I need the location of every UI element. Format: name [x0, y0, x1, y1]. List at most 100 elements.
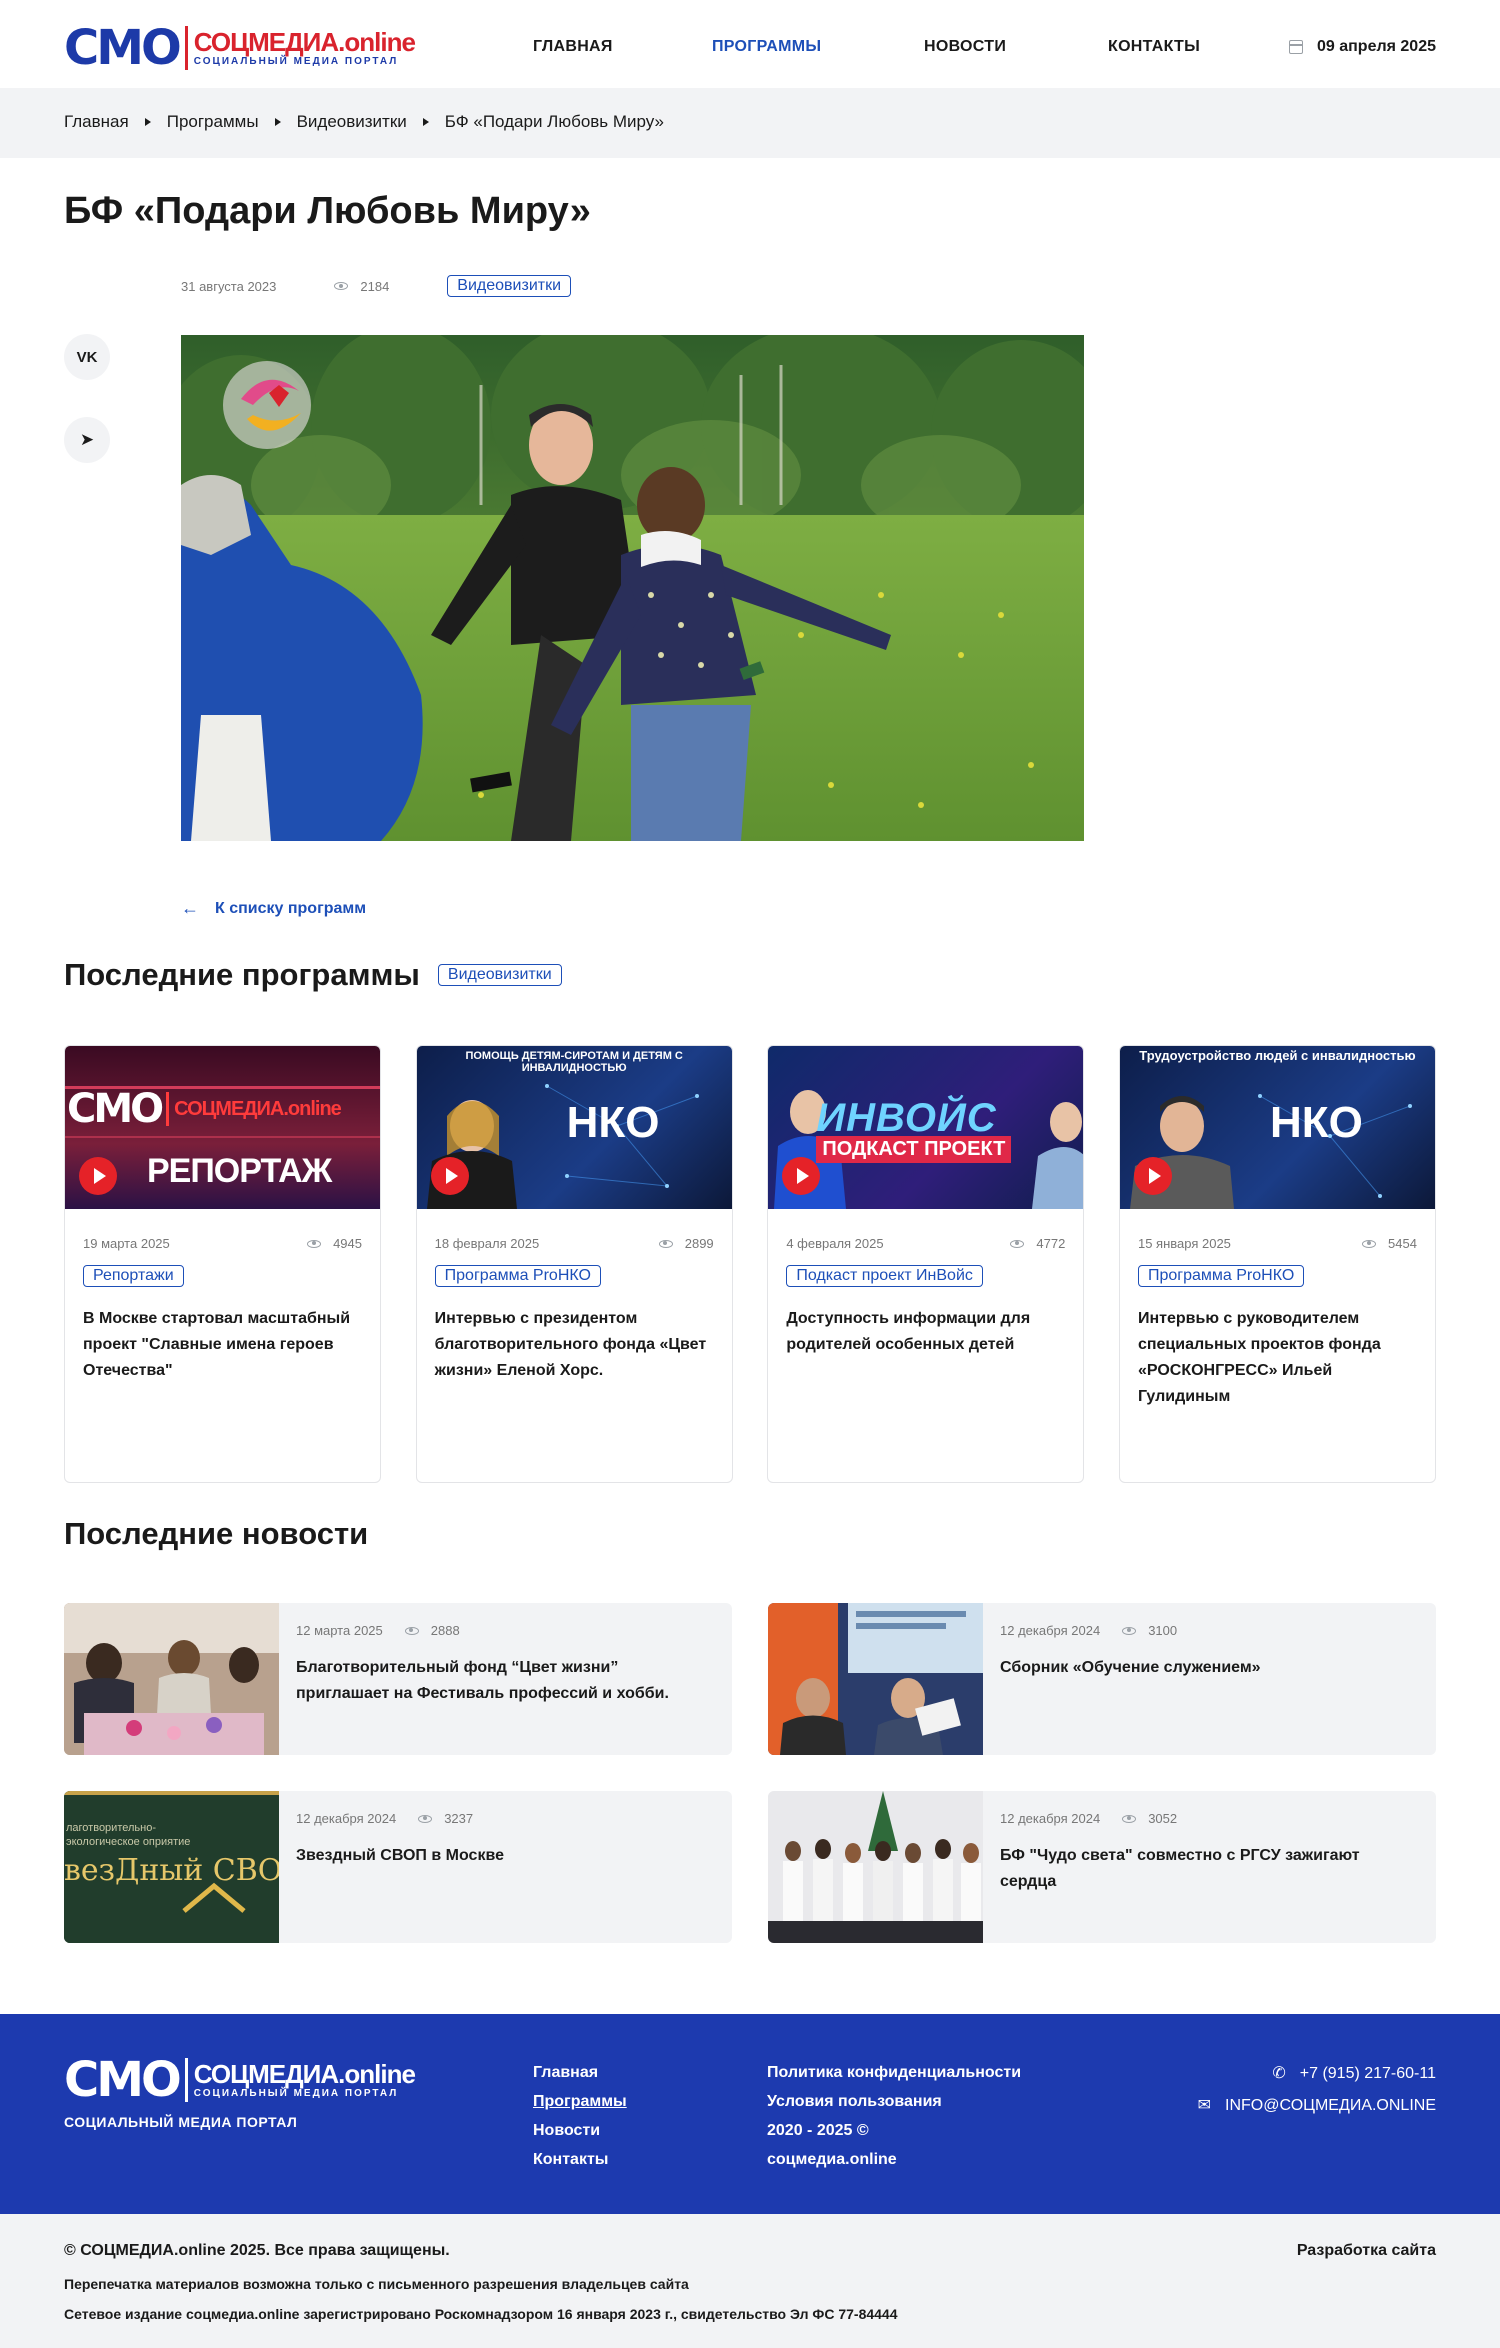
- latest-programs-tag[interactable]: Видеовизитки: [437, 964, 562, 986]
- card-tag[interactable]: Программа ProНКО: [434, 1265, 601, 1287]
- footer-contacts: ✆ +7 (915) 217-60-11 ✉ INFO@СОЦМЕДИА.ONLIN…: [1198, 2058, 1436, 2122]
- news-title[interactable]: Звездный СВОП в Москве: [296, 1843, 692, 1869]
- logo-mark: СМО: [64, 20, 182, 76]
- arrow-left-icon: ←: [181, 898, 199, 918]
- share-telegram-button[interactable]: ➤: [64, 417, 110, 463]
- vk-icon: VK: [76, 348, 98, 366]
- footer-nav: Главная Программы Новости Контакты: [533, 2058, 627, 2174]
- breadcrumb-arrow-icon: [274, 118, 281, 126]
- news-date: 12 декабря 2024: [1000, 1623, 1101, 1638]
- card-title[interactable]: Интервью с президентом благотворительног…: [435, 1306, 714, 1384]
- logo-name: СОЦМЕДИА.online: [193, 27, 416, 57]
- footer-nav-news[interactable]: Новости: [533, 2116, 627, 2145]
- footer-nav-contacts[interactable]: Контакты: [533, 2145, 627, 2174]
- thumb-logo-mark: СМО: [67, 1086, 164, 1132]
- news-item[interactable]: лаготворительно-экологическое оприятие в…: [64, 1791, 732, 1943]
- share-vk-button[interactable]: VK: [64, 334, 110, 380]
- card-title[interactable]: Доступность информации для родителей осо…: [786, 1306, 1065, 1358]
- nav-news[interactable]: НОВОСТИ: [924, 38, 1006, 56]
- news-title[interactable]: Сборник «Обучение служением»: [1000, 1655, 1396, 1681]
- back-to-programs-link[interactable]: ← К списку программ: [181, 898, 366, 919]
- footer-links: Политика конфиденциальности Условия поль…: [767, 2058, 1021, 2174]
- news-title[interactable]: Благотворительный фонд “Цвет жизни” приг…: [296, 1655, 692, 1707]
- footer-nav-programs[interactable]: Программы: [533, 2087, 627, 2116]
- article-video-image[interactable]: [181, 335, 1084, 841]
- play-icon[interactable]: [430, 1157, 469, 1195]
- nav-home[interactable]: ГЛАВНАЯ: [533, 38, 613, 56]
- nav-programs[interactable]: ПРОГРАММЫ: [712, 38, 821, 56]
- program-card[interactable]: Трудоустройство людей с инвалидностью НК…: [1118, 1045, 1436, 1483]
- card-tag[interactable]: Подкаст проект ИнВойс: [786, 1265, 983, 1287]
- logo-divider: [184, 26, 188, 70]
- card-date: 18 февраля 2025: [434, 1236, 540, 1251]
- card-title[interactable]: В Москве стартовал масштабный проект "Сл…: [83, 1306, 362, 1384]
- play-icon[interactable]: [79, 1157, 117, 1195]
- program-card[interactable]: ПОМОЩЬ ДЕТЯМ-СИРОТАМ И ДЕТЯМ С ИНВАЛИДНО…: [415, 1045, 733, 1483]
- news-thumb-caption: везДный СВОП: [64, 1853, 279, 1888]
- news-title[interactable]: БФ "Чудо света" совместно с РГСУ зажигаю…: [1000, 1843, 1396, 1895]
- footer-phone[interactable]: ✆ +7 (915) 217-60-11: [1198, 2058, 1436, 2090]
- breadcrumb-programs[interactable]: Программы: [167, 112, 259, 132]
- news-photo-workshop: [64, 1603, 279, 1755]
- eye-icon: [334, 282, 349, 290]
- logo-subtitle: СОЦИАЛЬНЫЙ МЕДИА ПОРТАЛ: [193, 56, 399, 67]
- card-title[interactable]: Интервью с руководителем специальных про…: [1138, 1306, 1417, 1410]
- breadcrumb-home[interactable]: Главная: [64, 112, 129, 132]
- card-thumbnail: ПОМОЩЬ ДЕТЯМ-СИРОТАМ И ДЕТЯМ С ИНВАЛИДНО…: [416, 1046, 732, 1209]
- eye-icon: [1362, 1239, 1377, 1248]
- latest-programs-heading: Последние программы Видеовизитки: [64, 957, 562, 993]
- play-icon[interactable]: [1133, 1157, 1172, 1195]
- nav-contacts[interactable]: КОНТАКТЫ: [1108, 38, 1200, 56]
- card-meta: 19 марта 2025 4945: [83, 1236, 362, 1251]
- card-tag[interactable]: Репортажи: [83, 1265, 184, 1287]
- footer-nav-home[interactable]: Главная: [533, 2058, 627, 2087]
- site-development-link[interactable]: Разработка сайта: [1297, 2242, 1436, 2260]
- news-item[interactable]: 12 декабря 2024 3052 БФ "Чудо света" сов…: [768, 1791, 1436, 1943]
- card-meta: 4 февраля 2025 4772: [786, 1236, 1065, 1251]
- site-footer: СМО СОЦМЕДИА.online СОЦИАЛЬНЫЙ МЕДИА ПОР…: [0, 2014, 1500, 2214]
- news-meta: 12 декабря 2024 3100: [1000, 1623, 1177, 1638]
- current-date: 09 апреля 2025: [1288, 38, 1436, 56]
- breadcrumb-bar: Главная Программы Видеовизитки БФ «Подар…: [0, 88, 1500, 158]
- registration-notice: Сетевое издание соцмедиа.online зарегист…: [64, 2306, 898, 2322]
- eye-icon: [1010, 1239, 1025, 1248]
- thumb-top-text: ПОМОЩЬ ДЕТЯМ-СИРОТАМ И ДЕТЯМ С ИНВАЛИДНО…: [465, 1050, 683, 1074]
- news-thumbnail: лаготворительно-экологическое оприятие в…: [64, 1791, 279, 1943]
- logo-text: СОЦМЕДИА.online СОЦИАЛЬНЫЙ МЕДИА ПОРТАЛ: [193, 27, 416, 68]
- news-thumb-top: лаготворительно-экологическое оприятие: [66, 1822, 191, 1848]
- card-views: 4772: [1036, 1236, 1066, 1251]
- telegram-icon: ➤: [79, 430, 95, 449]
- program-card[interactable]: СМО СОЦМЕДИА.online РЕПОРТАЖ 19 марта 20…: [64, 1045, 381, 1483]
- footer-email[interactable]: ✉ INFO@СОЦМЕДИА.ONLINE: [1198, 2090, 1436, 2122]
- card-meta: 18 февраля 2025 2899: [435, 1236, 714, 1251]
- news-photo-group: [768, 1791, 983, 1943]
- news-item[interactable]: 12 декабря 2024 3100 Сборник «Обучение с…: [768, 1603, 1436, 1755]
- phone-icon: ✆: [1272, 2065, 1286, 2082]
- breadcrumb-videovizitki[interactable]: Видеовизитки: [297, 112, 407, 132]
- footer-terms-link[interactable]: Условия пользования: [767, 2087, 1021, 2116]
- article-date: 31 августа 2023: [181, 278, 277, 294]
- footer-privacy-link[interactable]: Политика конфиденциальности: [767, 2058, 1021, 2087]
- date-text: 09 апреля 2025: [1316, 38, 1436, 55]
- thumb-caption: НКО: [566, 1098, 660, 1147]
- news-item[interactable]: 12 марта 2025 2888 Благотворительный фон…: [64, 1603, 732, 1755]
- card-tag[interactable]: Программа ProНКО: [1137, 1265, 1305, 1287]
- news-thumbnail: [768, 1791, 983, 1943]
- copyright: © СОЦМЕДИА.online 2025. Все права защище…: [64, 2242, 450, 2259]
- site-logo[interactable]: СМО СОЦМЕДИА.online СОЦИАЛЬНЫЙ МЕДИА ПОР…: [64, 20, 416, 76]
- card-date: 19 марта 2025: [83, 1236, 170, 1251]
- news-date: 12 декабря 2024: [296, 1811, 397, 1826]
- news-views: 3052: [1148, 1811, 1178, 1826]
- footer-logo-name: СОЦМЕДИА.online: [193, 2059, 416, 2089]
- thumb-logo-divider: [166, 1092, 170, 1126]
- article-meta: 31 августа 2023 2184 Видеовизитки: [181, 275, 572, 297]
- latest-programs-title: Последние программы: [64, 957, 420, 992]
- card-views: 5454: [1388, 1236, 1417, 1251]
- program-card[interactable]: ИНВОЙС ПОДКАСТ ПРОЕКТ 4 февраля 2025 477…: [767, 1045, 1085, 1483]
- article-tag[interactable]: Видеовизитки: [447, 275, 572, 297]
- eye-icon: [418, 1814, 433, 1823]
- footer-logo[interactable]: СМО СОЦМЕДИА.online СОЦИАЛЬНЫЙ МЕДИА ПОР…: [64, 2056, 416, 2104]
- card-date: 4 февраля 2025: [786, 1236, 884, 1251]
- breadcrumb-current: БФ «Подари Любовь Миру»: [444, 112, 664, 131]
- hero-photo: [181, 335, 1084, 841]
